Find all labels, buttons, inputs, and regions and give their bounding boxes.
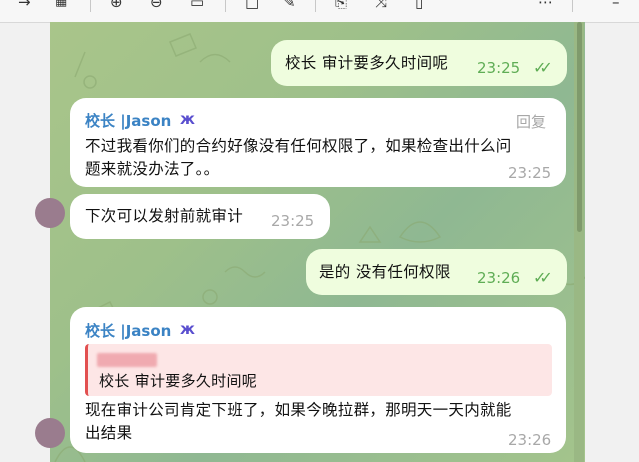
message-text-line: 现在审计公司肯定下班了，如果今晚拉群，那明天一天内就能 [85, 401, 512, 419]
sender-name[interactable]: 校长 |Jason [85, 320, 171, 341]
incoming-message[interactable]: 校长 |Jason ж 校长 审计要多久时间呢 现在审计公司肯定下班了，如果今晚… [70, 307, 566, 453]
message-timestamp: 23:25 [477, 59, 521, 77]
message-timestamp: 23:26 [477, 269, 521, 287]
document-icon[interactable]: ▯ [415, 0, 423, 10]
message-text: 是的 没有任何权限 [319, 263, 451, 281]
export-icon[interactable]: ⎘ [335, 0, 347, 10]
zoom-in-icon[interactable]: ⊕ [110, 0, 123, 10]
chat-area[interactable]: 校长 审计要多久时间呢 23:25 ✓✓ 校长 |Jason ж 回复 不过我看… [50, 22, 585, 462]
redacted-quote-author [97, 353, 157, 367]
reply-label[interactable]: 回复 [516, 111, 546, 132]
minimize-icon[interactable]: – [612, 0, 620, 10]
toolbar-divider [315, 0, 316, 12]
quoted-reply[interactable]: 校长 审计要多久时间呢 [85, 344, 552, 396]
message-text-line: 出结果 [85, 424, 133, 442]
edit-icon[interactable]: ✎ [283, 0, 296, 10]
sender-name[interactable]: 校长 |Jason [85, 110, 171, 131]
incoming-message[interactable]: 校长 |Jason ж 回复 不过我看你们的合约好像没有任何权限了，如果检查出什… [70, 98, 566, 187]
calendar-icon[interactable]: ▭ [190, 0, 204, 10]
zoom-out-icon[interactable]: ⊖ [150, 0, 163, 10]
message-timestamp: 23:25 [508, 164, 552, 182]
message-timestamp: 23:26 [508, 431, 552, 449]
toolbar-divider [225, 0, 226, 12]
message-text: 下次可以发射前就审计 [85, 207, 244, 225]
arrow-right-icon[interactable]: → [18, 0, 31, 10]
double-check-icon: ✓✓ [533, 58, 553, 77]
square-icon[interactable]: □ [245, 0, 259, 10]
grid-icon[interactable]: ▦ [55, 0, 67, 10]
message-text-line: 不过我看你们的合约好像没有任何权限了，如果检查出什么问 [85, 137, 512, 155]
message-text-line: 题来就没办法了。。 [85, 160, 220, 178]
toolbar-divider [572, 0, 573, 12]
message-text: 校长 审计要多久时间呢 [285, 54, 449, 72]
outgoing-message[interactable]: 校长 审计要多久时间呢 23:25 ✓✓ [271, 40, 567, 86]
quoted-text: 校长 审计要多久时间呢 [99, 372, 258, 390]
more-icon[interactable]: ⋯ [538, 0, 553, 10]
double-check-icon: ✓✓ [533, 268, 553, 287]
butterfly-icon: ж [180, 320, 195, 338]
toolbar: → ▦ ⊕ ⊖ ▭ □ ✎ ⎘ ⤨ ▯ ⋯ – [0, 0, 639, 23]
message-timestamp: 23:25 [271, 212, 315, 230]
outgoing-message[interactable]: 是的 没有任何权限 23:26 ✓✓ [306, 249, 567, 295]
butterfly-icon: ж [180, 110, 195, 128]
avatar[interactable] [35, 198, 65, 228]
shuffle-icon[interactable]: ⤨ [375, 0, 387, 10]
incoming-message[interactable]: 下次可以发射前就审计 23:25 [70, 194, 330, 239]
toolbar-divider [90, 0, 91, 12]
avatar[interactable] [35, 418, 65, 448]
scrollbar-thumb[interactable] [577, 22, 582, 232]
